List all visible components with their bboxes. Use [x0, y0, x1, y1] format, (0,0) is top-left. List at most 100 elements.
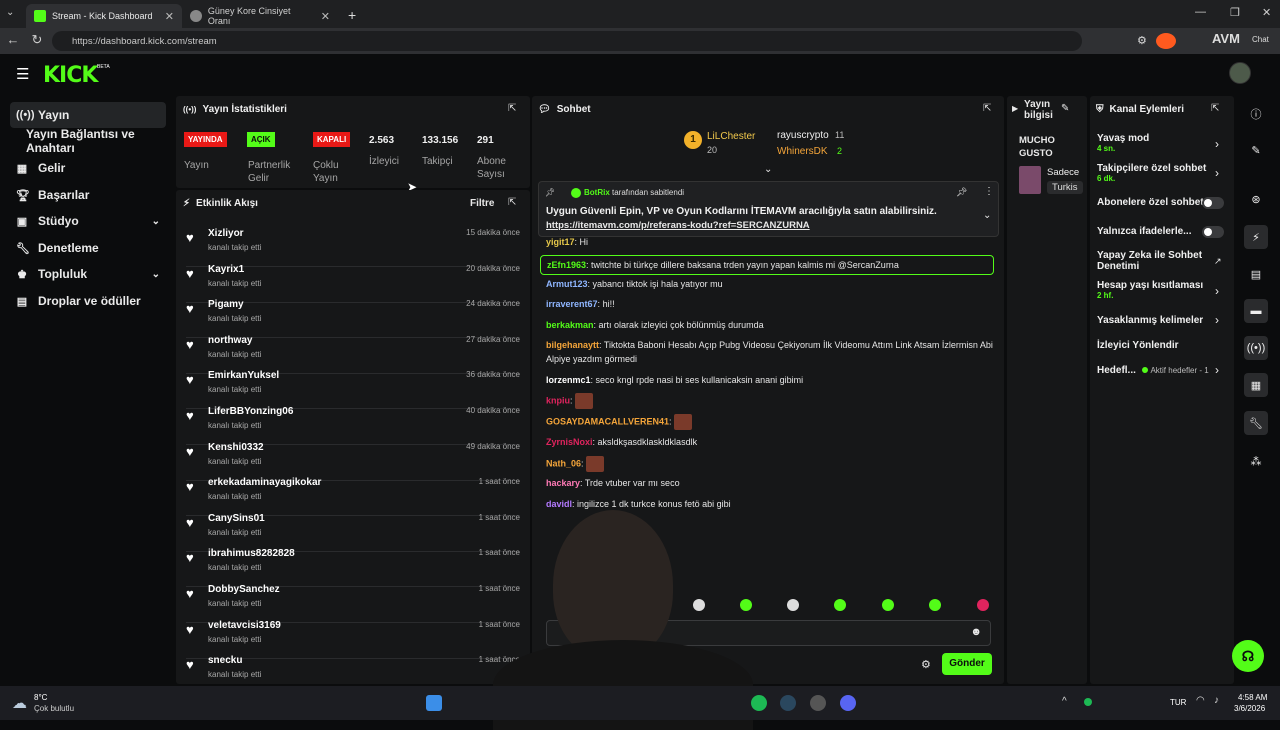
activity-username[interactable]: northway [208, 335, 252, 346]
sidebar-item-studyo[interactable]: ▣ Stüdyo ⌄ [10, 208, 166, 234]
back-icon[interactable]: ← [2, 32, 24, 47]
chat-username[interactable]: knpiu [546, 395, 570, 405]
chevron-right-icon[interactable]: › [1215, 313, 1219, 327]
slow-mode-item[interactable]: Yavaş mod 4 sn. [1097, 133, 1227, 153]
emote-icon[interactable] [834, 599, 846, 611]
tray-app-icon[interactable] [1084, 698, 1092, 706]
activity-username[interactable]: veletavcisi3169 [208, 620, 281, 631]
user-avatar[interactable] [1229, 62, 1251, 84]
chat-username[interactable]: GOSAYDAMACALLVEREN41 [546, 416, 669, 426]
sidebar-item-gelir[interactable]: ▦ Gelir [10, 155, 166, 181]
activity-username[interactable]: Pigamy [208, 299, 244, 310]
ai-moderation-item[interactable]: Yapay Zeka ile Sohbet Denetimi [1097, 250, 1207, 272]
wifi-icon[interactable]: ◠ [1196, 695, 1205, 706]
tab-kick-dashboard[interactable]: Stream - Kick Dashboard ✕ [26, 4, 182, 28]
popout-icon[interactable]: ⇱ [508, 197, 516, 208]
activity-username[interactable]: LiferBBYonzing06 [208, 406, 293, 417]
app-icon[interactable] [810, 695, 826, 711]
chat-username[interactable]: zEfn1963 [547, 260, 586, 270]
emote-icon[interactable] [882, 599, 894, 611]
chat-username[interactable]: Nath_06 [546, 458, 581, 468]
language-indicator[interactable]: TUR [1170, 698, 1186, 707]
popout-icon[interactable]: ⇱ [1211, 103, 1219, 114]
emote-icon[interactable] [977, 599, 989, 611]
emoji-picker-icon[interactable]: ☻ [970, 626, 982, 638]
unpin-icon[interactable]: 📌︎ [956, 187, 967, 198]
activity-username[interactable]: Kayrix1 [208, 264, 244, 275]
chat-username[interactable]: berkakman [546, 320, 594, 330]
chevron-right-icon[interactable]: › [1215, 137, 1219, 151]
sidebar-item-yayin[interactable]: ((•)) Yayın [10, 102, 166, 128]
discord-icon[interactable] [840, 695, 856, 711]
activity-username[interactable]: snecku [208, 655, 242, 666]
activity-username[interactable]: CanySins01 [208, 513, 265, 524]
chevron-right-icon[interactable]: › [1215, 166, 1219, 180]
chat-username[interactable]: Armut123 [546, 279, 588, 289]
popout-icon[interactable]: ⇱ [508, 103, 516, 114]
share-icon[interactable]: ⁂ [1244, 449, 1268, 473]
raid-item[interactable]: İzleyici Yönlendir [1097, 340, 1227, 351]
hamburger-menu-icon[interactable]: ☰ [16, 65, 29, 83]
document-icon[interactable]: ▤ [1244, 262, 1268, 286]
activity-username[interactable]: Kenshi0332 [208, 442, 264, 453]
start-menu-icon[interactable] [426, 695, 442, 711]
tray-chevron-icon[interactable]: ^ [1062, 696, 1067, 707]
goals-item[interactable]: Hedefl... Aktif hedefler - 1 [1097, 365, 1227, 376]
sidebar-item-topluluk[interactable]: ♚ Topluluk ⌄ [10, 261, 166, 287]
expand-chevron-icon[interactable]: ⌄ [764, 164, 772, 175]
sidebar-item-droplar[interactable]: ▤ Droplar ve ödüller [10, 288, 166, 314]
clock-time[interactable]: 4:58 AM [1238, 693, 1267, 702]
chat-username[interactable]: ZyrnisNoxi [546, 437, 593, 447]
weather-icon[interactable]: ☁ [12, 694, 27, 712]
activity-username[interactable]: EmirkanYuksel [208, 370, 279, 381]
broadcast-icon[interactable]: ((•)) [1244, 336, 1268, 360]
filter-button[interactable]: Filtre [470, 198, 494, 209]
chat-icon[interactable]: ▬ [1244, 299, 1268, 323]
wrench-icon[interactable]: 🔧︎ [1244, 411, 1268, 435]
account-age-item[interactable]: Hesap yaşı kısıtlaması 2 hf. [1097, 280, 1227, 300]
chevron-right-icon[interactable]: › [1215, 284, 1219, 298]
clock-date[interactable]: 3/6/2026 [1234, 704, 1265, 713]
emote-icon[interactable] [929, 599, 941, 611]
info-icon[interactable]: ⓘ [1244, 102, 1268, 126]
help-button[interactable]: ☊ [1232, 640, 1264, 672]
volume-icon[interactable]: ♪ [1214, 695, 1219, 706]
edit-icon[interactable]: ✎ [1061, 103, 1069, 114]
spotify-icon[interactable] [751, 695, 767, 711]
more-options-icon[interactable]: ⋮ [984, 186, 994, 197]
pinned-link[interactable]: https://itemavm.com/p/referans-kodu?ref=… [546, 220, 810, 231]
close-tab-icon[interactable]: ✕ [165, 10, 174, 23]
close-window-icon[interactable]: ✕ [1262, 6, 1271, 19]
tab-list-chevron-icon[interactable]: ⌄ [6, 7, 14, 18]
avm-extension-logo[interactable] [1156, 33, 1176, 49]
sidebar-item-basarilar[interactable]: 🏆︎ Başarılar [10, 182, 166, 208]
top-gifter-1[interactable]: 1 [684, 131, 702, 149]
new-tab-button[interactable]: + [348, 7, 356, 23]
emote-only-toggle[interactable] [1202, 226, 1224, 238]
maximize-icon[interactable]: ❐ [1230, 6, 1240, 19]
chevron-right-icon[interactable]: › [1215, 363, 1219, 377]
tag-chip[interactable]: Turkis [1047, 181, 1083, 194]
chat-username[interactable]: hackary [546, 478, 580, 488]
external-link-icon[interactable]: ↗ [1214, 256, 1222, 267]
send-button[interactable]: Gönder [942, 653, 992, 675]
activity-username[interactable]: Xizliyor [208, 228, 244, 239]
followers-only-item[interactable]: Takipçilere özel sohbet 6 dk. [1097, 163, 1227, 183]
emote-icon[interactable] [740, 599, 752, 611]
extensions-icon[interactable]: ⚙ [1137, 34, 1147, 47]
minimize-icon[interactable]: — [1195, 6, 1206, 18]
sidebar-item-stream-key[interactable]: Yayın Bağlantısı ve Anahtarı [10, 127, 166, 155]
popout-icon[interactable]: ⇱ [983, 103, 991, 114]
activity-username[interactable]: DobbySanchez [208, 584, 280, 595]
chat-username[interactable]: lorzenmc1 [546, 375, 591, 385]
chat-settings-icon[interactable]: ⚙ [921, 658, 931, 671]
emote-icon[interactable] [787, 599, 799, 611]
edit-icon[interactable]: ✎ [1244, 138, 1268, 162]
steam-icon[interactable] [780, 695, 796, 711]
subscribers-only-toggle[interactable] [1202, 197, 1224, 209]
close-tab-icon[interactable]: ✕ [321, 10, 330, 23]
chat-username[interactable]: irraverent67 [546, 299, 598, 309]
target-icon[interactable]: ⊛ [1244, 187, 1268, 211]
chat-extension-label[interactable]: Chat [1252, 35, 1269, 44]
banned-words-item[interactable]: Yasaklanmış kelimeler [1097, 315, 1227, 326]
